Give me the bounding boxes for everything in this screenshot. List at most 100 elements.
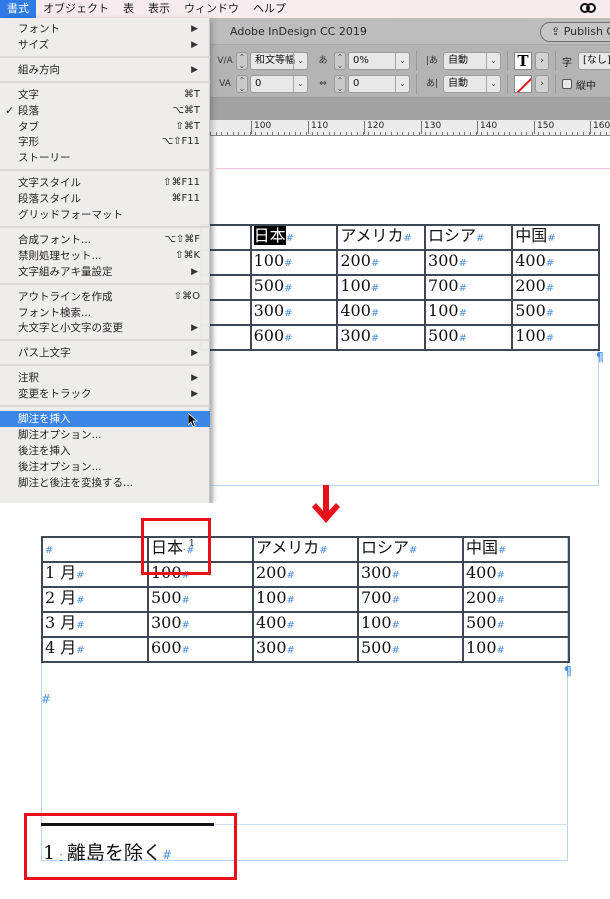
menu-item[interactable]: 文字組みアキ量設定 ▶ [0,264,210,280]
table-cell[interactable]: 200# [511,274,600,301]
table-cell[interactable]: 400# [462,561,570,588]
table-cell[interactable]: ロシア# [424,224,514,251]
table-cell[interactable]: 500# [249,274,339,301]
text-fill-swatch[interactable]: T [514,52,532,70]
chevron-down-icon[interactable]: ⌄ [293,76,307,92]
mojikumi-field[interactable]: 和文等幅 ⌄ [250,52,308,70]
menu-item[interactable]: 脚注オプション... [0,427,210,443]
table-after[interactable]: # 日本 1 ·# アメリカ# ロシア# 中国# 1 月# 100# 200# 30… [41,536,570,663]
kerning-field[interactable]: 0 ⌄ [250,75,308,93]
table-cell[interactable]: 400# [511,249,600,276]
chevron-down-icon[interactable]: ⌄ [486,76,500,92]
table-cell[interactable]: 日本# [249,224,339,251]
table-cell[interactable]: 500# [424,324,514,351]
menu-object[interactable]: オブジェクト [36,0,116,18]
menu-window[interactable]: ウィンドウ [177,0,246,18]
char-style-field[interactable]: [なし] [578,52,610,70]
publish-online-button[interactable]: ⇪ Publish Online [540,22,610,42]
menu-item[interactable]: グリッドフォーマット [0,207,210,223]
table-cell[interactable]: 300# [336,324,427,351]
kerning-stepper[interactable]: ⌃ ⌄ [236,75,248,93]
tatechuyoko-checkbox[interactable] [562,79,572,89]
table-cell[interactable]: 400# [252,611,359,638]
chevron-down-icon[interactable]: ⌄ [395,76,409,92]
table-cell[interactable]: 300# [357,561,464,588]
table-cell[interactable]: 300# [249,299,339,326]
table-cell[interactable]: アメリカ# [336,224,427,251]
aki-before-field[interactable]: 自動 ⌄ [443,52,501,70]
table-cell[interactable]: 100# [357,611,464,638]
chevron-down-icon[interactable]: ⌄ [293,53,307,69]
menu-item[interactable]: タブ ⇧⌘T [0,119,210,135]
table-cell[interactable]: 500# [357,636,464,663]
menu-item[interactable]: 字形 ⌥⇧F11 [0,134,210,150]
tracking-stepper[interactable]: ⌃ ⌄ [334,75,346,93]
menu-item[interactable]: フォント検索... [0,305,210,321]
table-cell[interactable]: 200# [252,561,359,588]
table-cell[interactable]: 700# [357,586,464,613]
menu-item[interactable]: 脚注と後注を変換する... [0,475,210,491]
document-canvas[interactable]: 日本# アメリカ# ロシア# 中国# 100# 200# 300# 400# 5… [200,136,610,503]
table-cell[interactable]: 500# [511,299,600,326]
table-cell[interactable]: 100# [462,636,570,663]
menu-item[interactable]: 変更をトラック ▶ [0,386,210,402]
table-cell[interactable]: 200# [336,249,427,276]
table-cell[interactable]: 300# [424,249,514,276]
menu-item[interactable]: 注釈 ▶ [0,370,210,386]
menu-format[interactable]: 書式 [0,0,36,18]
tsume-field[interactable]: 0% ⌄ [348,52,410,70]
menu-item[interactable]: 後注を挿入 [0,443,210,459]
table-cell[interactable]: 100# [511,324,600,351]
menu-item[interactable]: 文字スタイル ⇧⌘F11 [0,175,210,191]
table-cell[interactable]: 中国# [511,224,600,251]
menu-item[interactable]: ✓ 段落 ⌥⌘T [0,103,210,119]
mojikumi-stepper[interactable]: ⌃ ⌄ [236,52,248,70]
menu-item[interactable]: 禁則処理セット... ⇧⌘K [0,248,210,264]
table-cell[interactable]: 1 月# [41,561,149,588]
table-cell[interactable]: 中国# [462,536,570,563]
table-cell[interactable]: 100# [424,299,514,326]
chevron-down-icon[interactable]: ⌄ [395,53,409,69]
aki-after-field[interactable]: 自動 ⌄ [443,75,501,93]
table-cell[interactable]: 400# [336,299,427,326]
table-cell[interactable]: # [41,536,149,563]
menu-table[interactable]: 表 [116,0,141,18]
menu-item[interactable]: サイズ ▶ [0,37,210,53]
table-cell[interactable]: 2 月# [41,586,149,613]
table-cell[interactable]: 300# [147,611,254,638]
menu-item[interactable]: 段落スタイル ⌘F11 [0,191,210,207]
tracking-field[interactable]: 0 ⌄ [348,75,410,93]
table-cell[interactable]: アメリカ# [252,536,359,563]
menu-item[interactable]: 大文字と小文字の変更 ▶ [0,320,210,336]
table-before[interactable]: 日本# アメリカ# ロシア# 中国# 100# 200# 300# 400# 5… [200,224,600,351]
menu-item[interactable]: 組み方向 ▶ [0,62,210,78]
menu-item[interactable]: 脚注を挿入 [0,411,210,427]
table-cell[interactable]: 3 月# [41,611,149,638]
menu-item[interactable]: 文字 ⌘T [0,87,210,103]
menu-item[interactable]: アウトラインを作成 ⇧⌘O [0,289,210,305]
stroke-menu-button[interactable]: › [535,75,549,93]
table-cell[interactable]: 200# [462,586,570,613]
horizontal-ruler[interactable]: 100 110 120 130 140 150 160 [210,120,610,136]
menu-item[interactable]: 後注オプション... [0,459,210,475]
table-cell[interactable]: 4 月# [41,636,149,663]
menu-view[interactable]: 表示 [141,0,177,18]
table-cell[interactable]: 500# [147,586,254,613]
tsume-stepper[interactable]: ⌃ ⌄ [334,52,346,70]
table-cell[interactable]: 300# [252,636,359,663]
menu-item[interactable]: フォント ▶ [0,21,210,37]
menu-item[interactable]: 合成フォント... ⌥⇧⌘F [0,232,210,248]
creative-cloud-icon[interactable] [580,2,596,15]
table-cell[interactable]: 500# [462,611,570,638]
table-cell[interactable]: 600# [249,324,339,351]
menu-item[interactable]: ストーリー [0,150,210,166]
menu-help[interactable]: ヘルプ [246,0,293,18]
table-cell[interactable]: 700# [424,274,514,301]
table-cell[interactable]: ロシア# [357,536,464,563]
table-cell[interactable]: 100# [249,249,339,276]
menu-item[interactable]: パス上文字 ▶ [0,345,210,361]
table-cell[interactable]: 100# [336,274,427,301]
stroke-none-swatch[interactable] [514,75,532,93]
table-cell[interactable]: 600# [147,636,254,663]
table-cell[interactable]: 100# [252,586,359,613]
